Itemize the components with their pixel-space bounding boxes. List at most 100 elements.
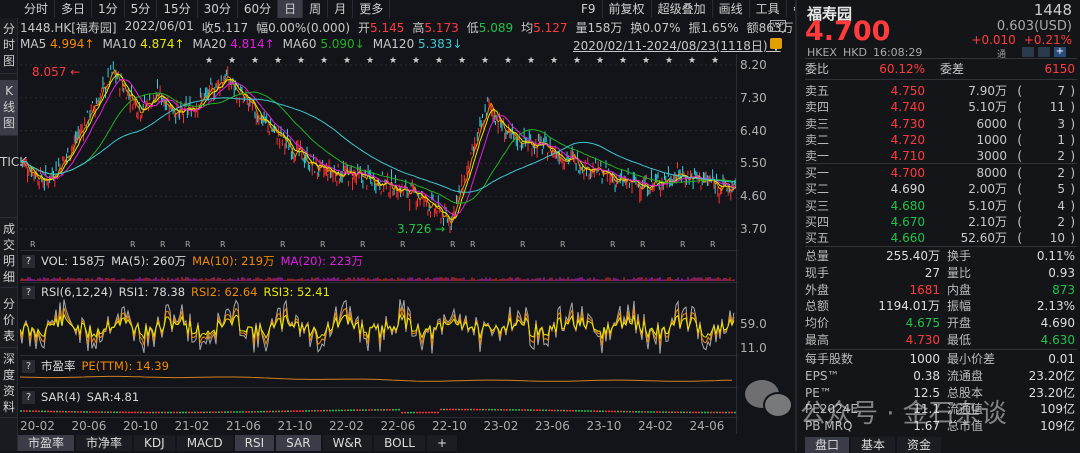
rights-event-marker: R [710,240,716,249]
kline-chart[interactable]: 8.057 ← 3.726 → ★ ★ ★ ★ ★ ★ ★ ★ ★ ★ ★ ★ ★ ★ ★ ★ ★ ★ ★ ★ ★ ★ ★ R R R… [20,54,738,250]
pe-ttm-line [20,375,733,382]
period-tab[interactable]: 分时 [18,0,56,18]
period-tab[interactable]: 日 [278,0,304,18]
star-event-icon: ★ [458,56,466,66]
star-event-icon: ★ [343,56,351,66]
indicator-tab-7[interactable]: BOLL [374,435,427,451]
tab-tick[interactable]: TICK [0,140,27,218]
star-event-icon: ★ [619,56,627,66]
stat-row: EPS™ 0.38 流通盘 23.20亿 [805,368,1075,383]
star-event-icon: ★ [527,56,535,66]
add-watchlist-icon[interactable]: + [1054,47,1066,57]
ma20-line [20,78,737,216]
tab-trade-detail[interactable]: 成交明细 [0,218,18,288]
rsi-tick: 59.0 [740,317,767,331]
stat-row: 现手 27 量比 0.93 [805,265,1075,280]
date-tick: 23-02 [483,419,519,433]
tab-price-table[interactable]: 分价表 [0,290,18,348]
help-icon: ? [22,254,35,268]
bar-high: 高5.173 [412,21,459,35]
price-tick: 4.60 [740,189,767,204]
rights-event-marker: R [185,240,191,249]
price-tick: 6.40 [740,123,767,138]
period-tab[interactable]: 5分 [125,0,158,18]
rights-event-marker: R [640,240,646,249]
star-event-icon: ★ [711,56,719,66]
order-book-row: 买一 4.700 8000(2) [805,166,1075,180]
period-tab[interactable]: 30分 [198,0,238,18]
indicator-tab-5[interactable]: SAR [276,435,323,451]
toolbar-button[interactable]: F9 [575,0,603,18]
toolbar-button[interactable]: 工具 [750,0,787,18]
rsi-tick: 11.0 [740,341,767,355]
indicator-tab-0[interactable]: 市盈率 [18,435,77,451]
star-event-icon: ★ [297,56,305,66]
stat-row: 总量 255.40万 换手 0.11% [805,249,1075,263]
star-event-icon: ★ [688,56,696,66]
stock-code: 1448.HK[福寿园] [20,21,117,35]
ma20-value: 4.814↑ [230,37,275,51]
rights-event-marker: R [400,240,406,249]
order-book-row: 卖二 4.720 1000(1) [805,132,1075,147]
period-tab[interactable]: 多日 [55,0,93,18]
last-price: 4.700 [805,16,891,47]
low-price-marker: 3.726 → [397,222,445,236]
period-tab[interactable]: 周 [303,0,329,18]
indicator-tab-1[interactable]: 市净率 [76,435,135,451]
date-tick: 21-02 [174,419,210,433]
lock-icon[interactable] [770,38,782,49]
period-tab[interactable]: 月 [328,0,354,18]
order-book-row: 卖四 4.740 5.10万(11) [805,100,1075,115]
indicator-tab-3[interactable]: MACD [176,435,235,451]
star-event-icon: ★ [550,56,558,66]
ma120-line [20,97,737,193]
bar-info: 1448.HK[福寿园] 2022/06/01 收5.117 幅0.00%(0.… [20,19,794,36]
rsi-lines [20,299,735,354]
indicator-tab-2[interactable]: KDJ [134,435,177,451]
bar-date: 2022/06/01 [124,19,194,33]
stat-row: 每手股数 1000 最小价差 0.01 [805,352,1075,366]
star-event-icon: ★ [320,56,328,66]
bar-close: 收5.117 [201,21,249,35]
indicator-tab-6[interactable]: W&R [322,435,375,451]
toolbar-button[interactable]: 前复权 [603,0,652,18]
star-event-icon: ★ [274,56,282,66]
volume-bars [20,277,735,281]
order-book-row: 买五 4.660 52.60万(10) [805,231,1075,246]
rights-event-marker: R [30,240,36,249]
alert-bell-icon[interactable] [1038,47,1050,57]
ma-legend: MA5 4.994↑ MA10 4.874↑ MA20 4.814↑ MA60 … [20,37,463,51]
indicator-tab-8[interactable]: + [426,435,460,451]
wp-icon[interactable]: WP [770,20,786,32]
order-book-row: 买三 4.680 5.10万(4) [805,198,1075,213]
period-tab[interactable]: 60分 [238,0,279,18]
toolbar-button[interactable]: 画线 [713,0,750,18]
rights-event-marker: R [320,240,326,249]
bar-turnover: 换0.07% [630,21,681,35]
star-event-icon: ★ [412,56,420,66]
period-tab[interactable]: 15分 [157,0,198,18]
ma60-line [20,91,737,204]
ma10-line [20,73,737,220]
ma120-value: 5.383↓ [418,37,463,51]
indicator-tab-4[interactable]: RSI [234,435,277,451]
date-range-selector[interactable]: 2020/02/11-2024/08/23(1118日) ▼ [573,37,781,54]
price-tick: 7.30 [740,90,767,105]
price-tick: 5.50 [740,156,767,171]
star-event-icon: ★ [366,56,374,66]
toolbar-button[interactable]: 超级叠加 [652,0,713,18]
date-tick: 22-06 [380,419,416,433]
stock-code: 1448 [1033,1,1072,19]
rights-event-marker: R [360,240,366,249]
period-tab[interactable]: 1分 [92,0,125,18]
date-tick: 20-10 [123,419,158,433]
period-tab[interactable]: 更多 [353,0,391,18]
edit-icon[interactable] [1022,47,1034,57]
help-icon: ? [22,359,35,373]
tab-intraday[interactable]: 分时图 [0,18,18,74]
tab-depth-info[interactable]: 深度资料 [0,348,18,418]
rights-event-marker: R [560,240,566,249]
tab-kline[interactable]: K线图 [0,80,18,136]
order-book-row: 买四 4.670 2.10万(2) [805,214,1075,229]
rights-event-marker: R [160,240,166,249]
